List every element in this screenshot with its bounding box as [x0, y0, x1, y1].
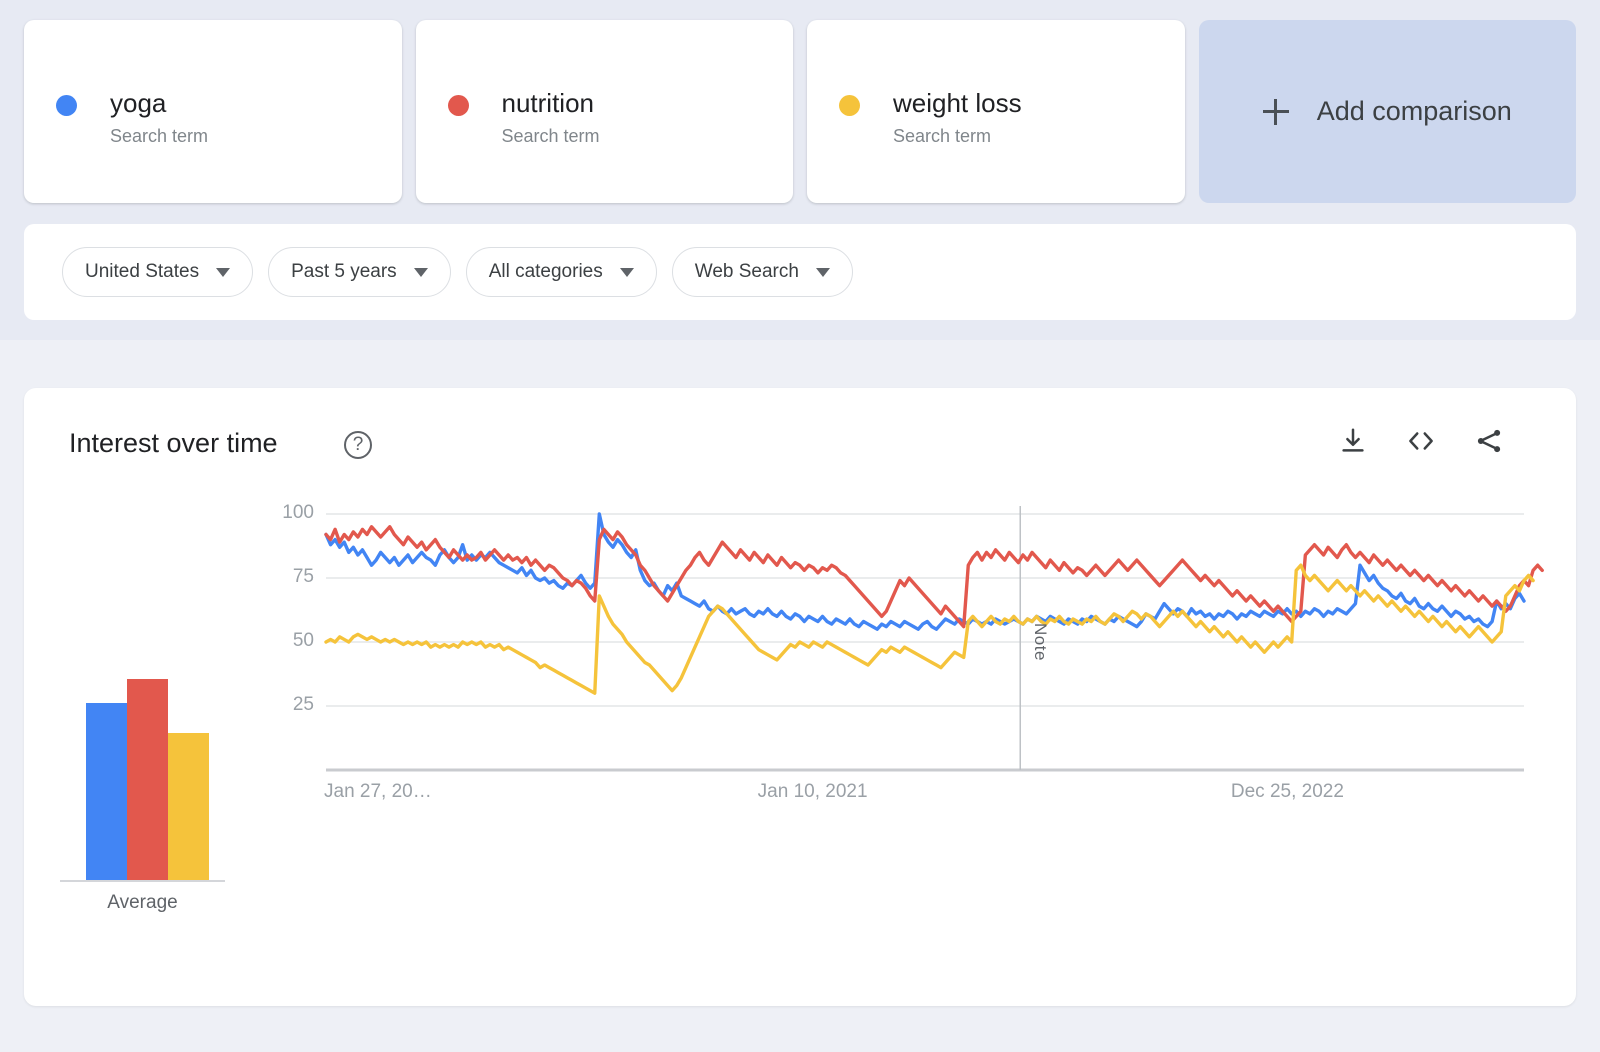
search-terms-row: yoga Search term nutrition Search term w…	[24, 20, 1576, 203]
search-type-filter[interactable]: Web Search	[671, 247, 853, 297]
time-range-filter-label: Past 5 years	[291, 261, 397, 282]
y-axis-tick-50: 50	[292, 630, 314, 651]
search-type-filter-label: Web Search	[694, 261, 799, 282]
interest-over-time-panel: Interest over time ? Average Note 25 50 …	[24, 388, 1576, 1006]
term-name: weight loss	[893, 88, 1022, 118]
y-axis-tick-75: 75	[292, 566, 314, 587]
term-subtitle: Search term	[893, 126, 992, 146]
help-icon[interactable]: ?	[344, 431, 372, 459]
category-filter[interactable]: All categories	[465, 247, 657, 297]
term-content: weight loss Search term	[839, 86, 1022, 149]
time-range-filter[interactable]: Past 5 years	[268, 247, 451, 297]
search-term-card-1[interactable]: nutrition Search term	[415, 20, 793, 203]
x-axis-tick-1: Jan 10, 2021	[757, 781, 868, 802]
average-bar-yoga	[86, 703, 127, 880]
region-filter-label: United States	[85, 261, 200, 282]
term-subtitle: Search term	[501, 126, 600, 146]
term-text: weight loss Search term	[893, 86, 1022, 149]
chevron-down-icon	[413, 267, 428, 277]
time-series-plot[interactable]: Note 25 50 75 100 Jan 27, 20… Jan 10, 2021 De…	[274, 498, 1576, 1006]
term-name: yoga	[110, 88, 167, 118]
share-icon[interactable]	[1472, 424, 1506, 458]
average-bar-nutrition	[127, 678, 168, 880]
y-axis-tick-100: 100	[282, 502, 314, 523]
note-annotation-label: Note	[1031, 623, 1050, 661]
chevron-down-icon	[216, 267, 231, 277]
average-bar-chart: Average	[60, 578, 260, 918]
x-axis-tick-0: Jan 27, 20…	[324, 781, 432, 802]
average-label: Average	[107, 892, 178, 913]
legend-dot-yoga	[56, 95, 77, 116]
add-comparison-label: Add comparison	[1316, 96, 1512, 126]
panel-actions	[1336, 424, 1506, 458]
chevron-down-icon	[815, 267, 830, 277]
term-text: nutrition Search term	[502, 86, 600, 149]
average-axis-line	[60, 880, 225, 882]
panel-header: Interest over time ?	[24, 388, 1576, 498]
category-filter-label: All categories	[488, 261, 603, 282]
term-name: nutrition	[501, 88, 595, 118]
y-axis-tick-25: 25	[292, 694, 314, 715]
embed-icon[interactable]	[1404, 424, 1438, 458]
chart-area: Average Note 25 50 75 100 Jan 27, 20… Jan 10…	[24, 498, 1576, 1006]
add-comparison-content: Add comparison	[1262, 96, 1512, 127]
download-icon[interactable]	[1336, 424, 1370, 458]
region-filter[interactable]: United States	[62, 247, 254, 297]
term-text: yoga Search term	[110, 86, 208, 149]
average-bars	[86, 608, 210, 880]
search-term-card-2[interactable]: weight loss Search term	[807, 20, 1185, 203]
legend-dot-weight-loss	[839, 95, 860, 116]
search-terms-section: yoga Search term nutrition Search term w…	[0, 0, 1600, 340]
chevron-down-icon	[619, 267, 634, 277]
filters-bar: United States Past 5 years All categorie…	[24, 224, 1576, 320]
term-content: yoga Search term	[56, 86, 208, 149]
plus-icon	[1262, 98, 1289, 125]
term-content: nutrition Search term	[447, 86, 600, 149]
add-comparison-button[interactable]: Add comparison	[1198, 20, 1576, 203]
average-bar-weight-loss	[168, 733, 209, 880]
time-series-svg	[324, 506, 1544, 772]
x-axis-tick-2: Dec 25, 2022	[1230, 781, 1344, 802]
term-subtitle: Search term	[110, 126, 209, 146]
page-title: Interest over time	[69, 428, 278, 458]
legend-dot-nutrition	[447, 95, 469, 116]
search-term-card-0[interactable]: yoga Search term	[24, 20, 402, 203]
